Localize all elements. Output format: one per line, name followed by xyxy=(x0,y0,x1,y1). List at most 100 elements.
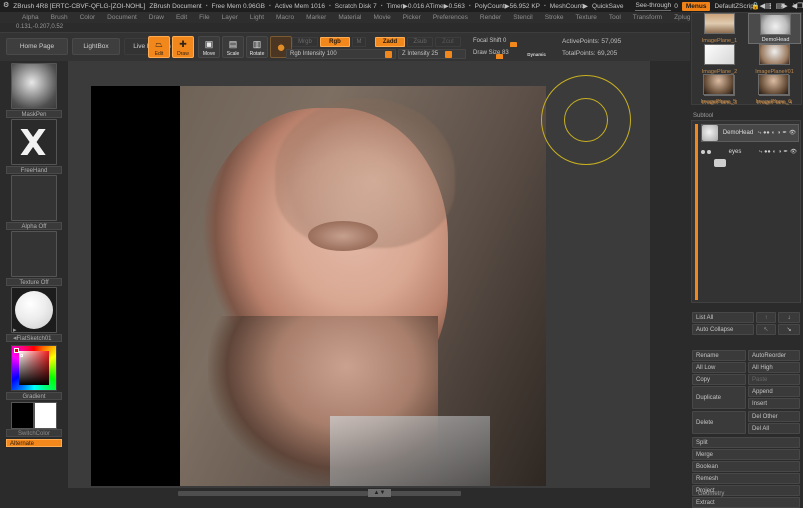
canvas-area[interactable] xyxy=(68,61,650,488)
zsub-button[interactable]: Zsub xyxy=(407,37,433,47)
draw-size-slider[interactable]: Draw Size 83 Dynamic xyxy=(470,49,548,59)
see-through-control[interactable]: See-through 0 xyxy=(635,2,678,11)
stroke-thumbnail[interactable] xyxy=(11,119,57,165)
window-controls[interactable]: 🔒 ⋮ ⧈ ✕ xyxy=(751,0,801,12)
lock-icon[interactable]: 🔒 xyxy=(751,2,760,10)
menu-bar[interactable]: Alpha Brush Color Document Draw Edit Fil… xyxy=(0,12,803,23)
brush-thumbnail[interactable] xyxy=(11,63,57,109)
color-picker-field[interactable] xyxy=(19,351,49,385)
list-all-button[interactable]: List All xyxy=(692,312,754,323)
delete-button[interactable]: Delete xyxy=(692,411,746,434)
subtool-row-demohead[interactable]: DemoHead ⤷ ●● ◐ ◑ ✒ 👁 xyxy=(701,124,799,142)
auto-collapse-button[interactable]: Auto Collapse xyxy=(692,324,754,335)
rgb-intensity-knob[interactable] xyxy=(385,51,392,58)
viewport-canvas[interactable] xyxy=(91,86,546,486)
smooth-icon[interactable]: ⤷ xyxy=(759,149,762,156)
menu-item-color[interactable]: Color xyxy=(74,14,102,21)
home-page-button[interactable]: Home Page xyxy=(6,38,68,55)
focal-shift-knob[interactable] xyxy=(510,42,517,47)
tool-thumb-imageplane-01[interactable]: ImagePlane#01 xyxy=(748,44,801,75)
menu-item-file[interactable]: File xyxy=(193,14,215,21)
all-low-button[interactable]: All Low xyxy=(692,362,746,373)
switch-color-button[interactable]: SwitchColor xyxy=(6,429,62,437)
menu-item-brush[interactable]: Brush xyxy=(45,14,74,21)
auto-reorder-button[interactable]: AutoReorder xyxy=(748,350,800,361)
menu-item-alpha[interactable]: Alpha xyxy=(16,14,45,21)
visibility-dots-icon[interactable]: ●● xyxy=(763,130,770,136)
eye-icon[interactable]: 👁 xyxy=(790,149,797,155)
append-button[interactable]: Append xyxy=(748,386,800,397)
copy-button[interactable]: Copy xyxy=(692,374,746,385)
menu-item-preferences[interactable]: Preferences xyxy=(427,14,474,21)
merge-button[interactable]: Merge xyxy=(692,449,800,460)
z-intensity-knob[interactable] xyxy=(445,51,452,58)
tool-thumb-imageplane-6[interactable]: ImagePlane_6 xyxy=(747,74,800,105)
menu-item-texture[interactable]: Texture xyxy=(570,14,603,21)
menu-item-marker[interactable]: Marker xyxy=(300,14,332,21)
del-other-button[interactable]: Del Other xyxy=(748,411,800,422)
menu-item-macro[interactable]: Macro xyxy=(270,14,300,21)
minimize-icon[interactable]: ⋮ xyxy=(767,2,774,10)
draw-size-knob[interactable] xyxy=(496,54,503,59)
menu-item-stroke[interactable]: Stroke xyxy=(539,14,570,21)
horizontal-scrollbar-right[interactable] xyxy=(391,491,461,496)
move-down-button[interactable]: ↓ xyxy=(778,312,800,323)
demohead-model[interactable] xyxy=(180,86,546,486)
menu-item-render[interactable]: Render xyxy=(474,14,507,21)
brush-toggle-icon[interactable]: ✒ xyxy=(783,149,788,155)
visibility-dots-icon[interactable]: ●● xyxy=(764,149,771,155)
focal-shift-slider[interactable]: Focal Shift 0 xyxy=(470,37,548,47)
brush-toggle-icon[interactable]: ✒ xyxy=(782,130,787,136)
scroll-nav-arrows[interactable]: ▲▼ xyxy=(368,489,391,497)
alpha-thumbnail[interactable] xyxy=(11,175,57,221)
all-high-button[interactable]: All High xyxy=(748,362,800,373)
gradient-button[interactable]: Gradient xyxy=(6,392,62,400)
tool-thumb-imageplane-5[interactable]: ImagePlane_5 xyxy=(692,74,745,105)
texture-toggle-icon[interactable]: ◑ xyxy=(777,130,780,136)
secondary-color-swatch[interactable] xyxy=(34,402,57,429)
menu-item-material[interactable]: Material xyxy=(332,14,367,21)
mrgb-button[interactable]: Mrgb xyxy=(292,37,318,47)
rgb-button[interactable]: Rgb xyxy=(320,37,350,47)
extract-button[interactable]: Extract xyxy=(692,497,800,508)
tool-thumb-demohead[interactable]: DemoHead xyxy=(748,13,801,44)
tool-thumb-imageplane-1[interactable]: ImagePlane_1 xyxy=(693,13,746,44)
paste-button[interactable]: Paste xyxy=(748,374,800,385)
tool-thumb-imageplane-2[interactable]: ImagePlane_2 xyxy=(693,44,746,75)
quicksave-button[interactable]: QuickSave xyxy=(592,3,623,10)
move-up-button[interactable]: ↑ xyxy=(756,312,776,323)
primary-color-swatch[interactable] xyxy=(11,402,34,429)
remesh-button[interactable]: Remesh xyxy=(692,473,800,484)
insert-button[interactable]: Insert xyxy=(748,398,800,409)
menu-item-stencil[interactable]: Stencil xyxy=(507,14,539,21)
draw-mode-button[interactable]: ✚ Draw xyxy=(172,36,194,58)
menu-item-movie[interactable]: Movie xyxy=(367,14,396,21)
duplicate-button[interactable]: Duplicate xyxy=(692,386,746,409)
rename-button[interactable]: Rename xyxy=(692,350,746,361)
menu-item-draw[interactable]: Draw xyxy=(143,14,170,21)
scale-mode-button[interactable]: ▤ Scale xyxy=(222,36,244,58)
subtool-list[interactable]: DemoHead ⤷ ●● ◐ ◑ ✒ 👁 eyes ⤷ ●● ◐ ◑ ✒ 👁 xyxy=(691,120,801,303)
move-mode-button[interactable]: ▣ Move xyxy=(198,36,220,58)
collapse-up-button[interactable]: ↖ xyxy=(756,324,776,335)
zadd-button[interactable]: Zadd xyxy=(375,37,405,47)
menu-item-transform[interactable]: Transform xyxy=(627,14,668,21)
lightbox-button[interactable]: LightBox xyxy=(72,38,120,55)
menu-item-layer[interactable]: Layer xyxy=(216,14,244,21)
del-all-button[interactable]: Del All xyxy=(748,423,800,434)
maximize-icon[interactable]: ⧈ xyxy=(781,2,785,10)
panel-collapse-arrows[interactable]: ▸ ◂ xyxy=(13,326,17,342)
smooth-icon[interactable]: ⤷ xyxy=(758,130,761,137)
subtool-toggles[interactable]: ⤷ ●● ◐ ◑ ✒ 👁 xyxy=(759,149,799,156)
menu-item-document[interactable]: Document xyxy=(101,14,143,21)
menu-item-tool[interactable]: Tool xyxy=(603,14,627,21)
close-icon[interactable]: ✕ xyxy=(792,2,798,10)
subtool-toggles[interactable]: ⤷ ●● ◐ ◑ ✒ 👁 xyxy=(758,130,798,137)
edit-mode-button[interactable]: ⏢ Edit xyxy=(148,36,170,58)
eye-icon[interactable]: 👁 xyxy=(789,130,796,136)
subtool-scroll-indicator[interactable] xyxy=(695,124,698,300)
texture-thumbnail[interactable] xyxy=(11,231,57,277)
rotate-mode-button[interactable]: ▥ Rotate xyxy=(246,36,268,58)
polypaint-icon[interactable]: ◐ xyxy=(773,149,776,155)
color-picker[interactable] xyxy=(11,345,57,391)
